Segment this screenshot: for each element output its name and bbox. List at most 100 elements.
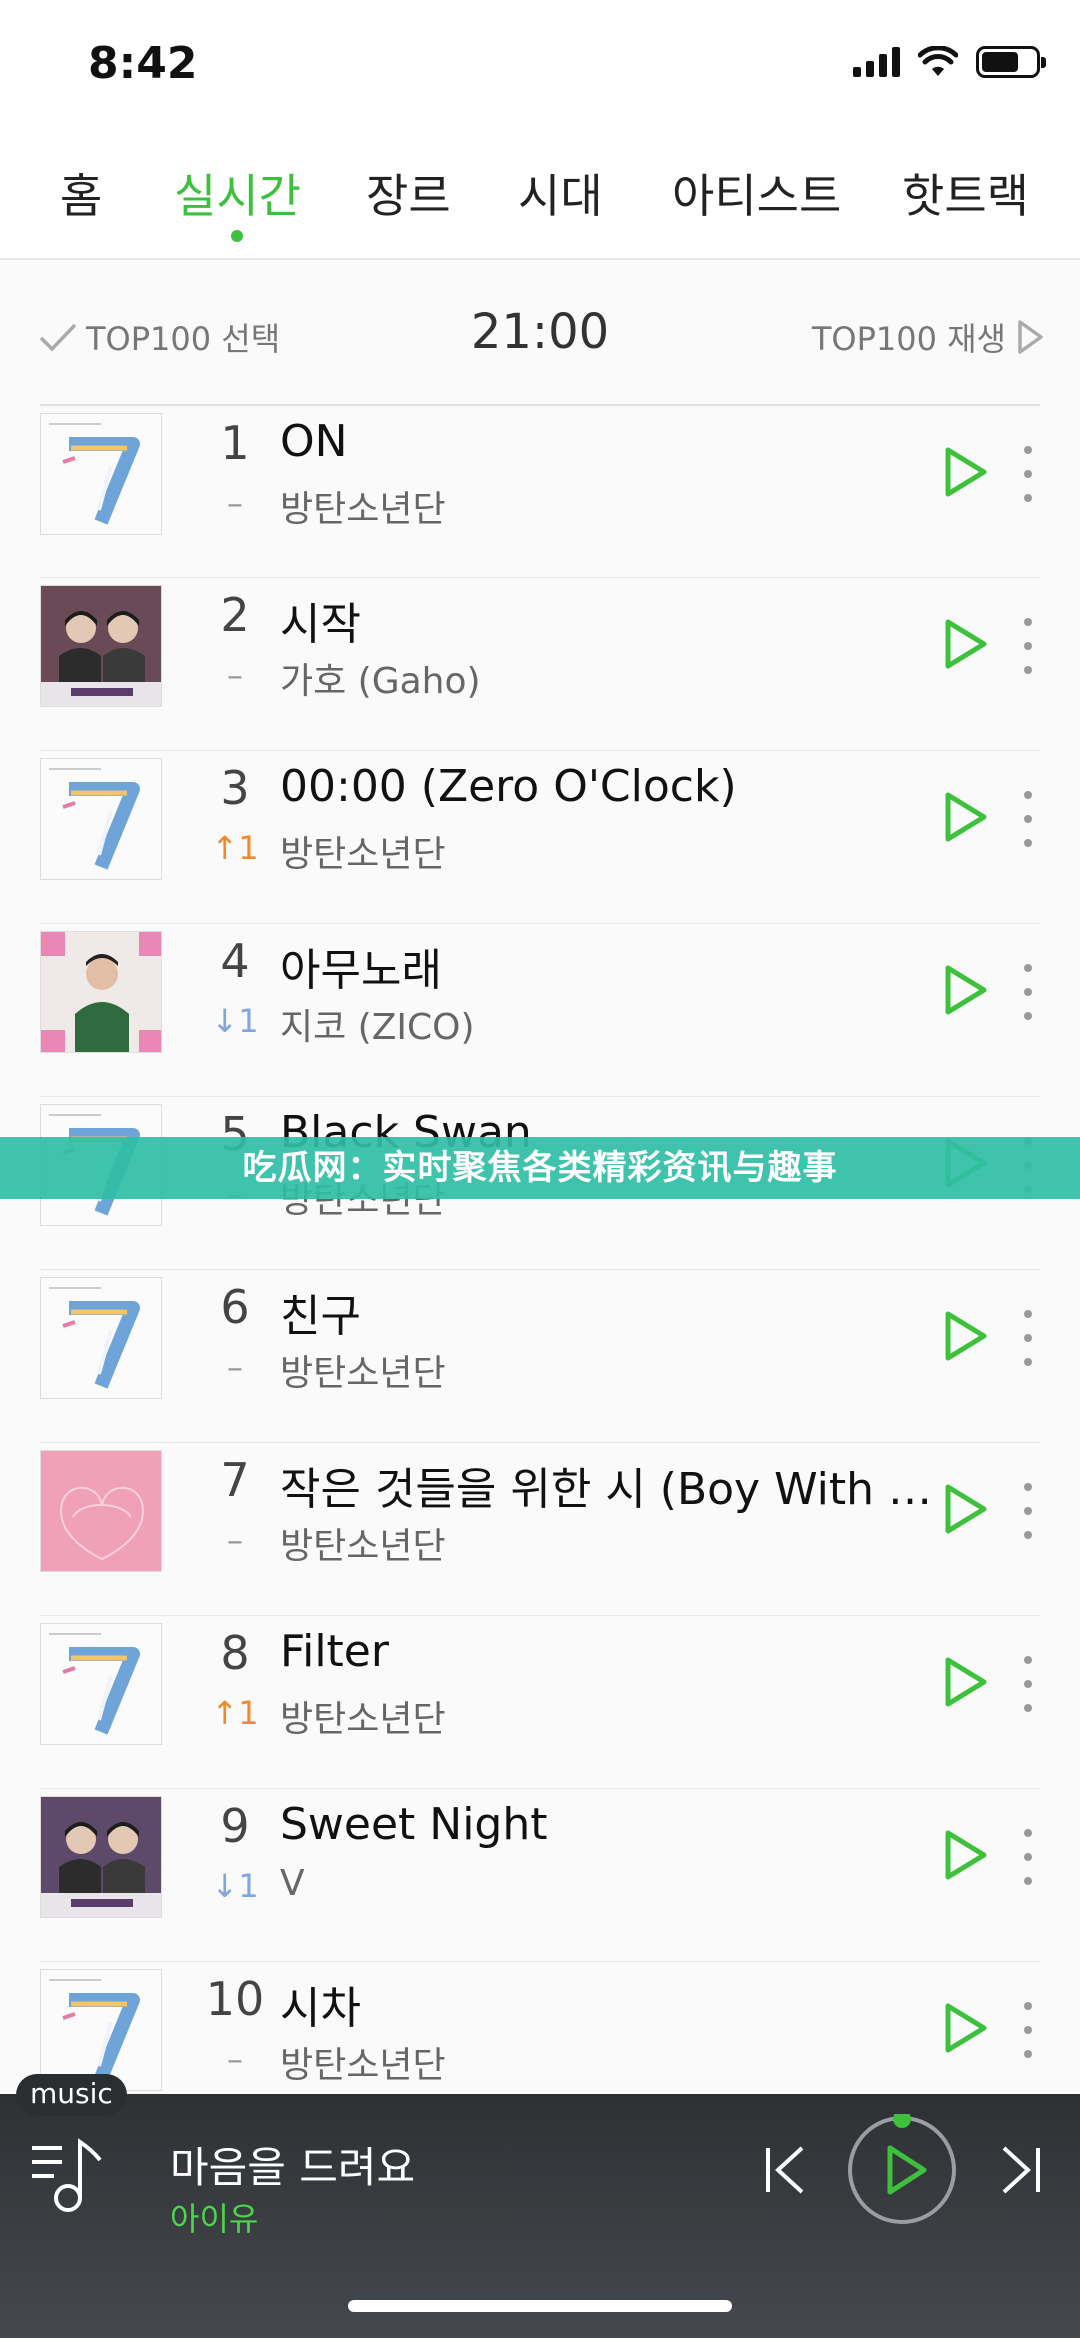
song-artist: 방탄소년단 xyxy=(280,1699,446,1740)
album-art xyxy=(41,586,161,706)
album-cover[interactable] xyxy=(40,1623,162,1745)
more-options-icon[interactable] xyxy=(1018,964,1038,1020)
play-icon[interactable] xyxy=(936,1654,992,1710)
play-icon[interactable] xyxy=(936,789,992,845)
album-cover[interactable] xyxy=(40,1796,162,1918)
album-cover[interactable] xyxy=(40,585,162,707)
song-artist: 방탄소년단 xyxy=(280,2045,446,2086)
next-track-icon[interactable] xyxy=(996,2142,1044,2198)
song-list: 1 – ON 방탄소년단 2 – 시작 가호 (Gaho) 3 ↑1 00:00… xyxy=(0,404,1080,2134)
song-row[interactable]: 7 – 작은 것들을 위한 시 (Boy With L… 방탄소년단 xyxy=(40,1442,1040,1615)
play-icon[interactable] xyxy=(936,1308,992,1364)
overlay-banner: 吃瓜网：实时聚焦各类精彩资讯与趣事 xyxy=(0,1137,1080,1199)
song-row[interactable]: 6 – 친구 방탄소년단 xyxy=(40,1269,1040,1442)
tab-realtime[interactable]: 실시간 xyxy=(174,160,301,242)
song-row[interactable]: 1 – ON 방탄소년단 xyxy=(40,404,1040,577)
album-cover[interactable] xyxy=(40,413,162,535)
now-playing-artist: 아이유 xyxy=(170,2200,259,2238)
wifi-icon xyxy=(918,46,958,76)
song-title: Sweet Night xyxy=(280,1799,548,1850)
previous-track-icon[interactable] xyxy=(762,2142,810,2198)
song-title: Filter xyxy=(280,1626,389,1677)
play-icon[interactable] xyxy=(936,2000,992,2056)
song-row[interactable]: 3 ↑1 00:00 (Zero O'Clock) 방탄소년단 xyxy=(40,750,1040,923)
more-options-icon[interactable] xyxy=(1018,1656,1038,1712)
album-art xyxy=(41,1278,161,1398)
song-title: 아무노래 xyxy=(280,945,442,996)
song-rank: 1 xyxy=(220,416,250,470)
now-playing-title: 마음을 드려요 xyxy=(170,2143,416,2192)
song-rank: 7 xyxy=(220,1453,250,1507)
album-art xyxy=(41,414,161,534)
play-icon[interactable] xyxy=(936,444,992,500)
song-rank: 6 xyxy=(220,1280,250,1334)
rank-change: – xyxy=(227,656,243,694)
more-options-icon[interactable] xyxy=(1018,1829,1038,1885)
cellular-signal-icon xyxy=(853,47,900,77)
more-options-icon[interactable] xyxy=(1018,2002,1038,2058)
song-rank: 10 xyxy=(205,1972,265,2026)
more-options-icon[interactable] xyxy=(1018,1483,1038,1539)
more-options-icon[interactable] xyxy=(1018,791,1038,847)
song-rank: 3 xyxy=(220,761,250,815)
album-cover[interactable] xyxy=(40,1277,162,1399)
song-title: 00:00 (Zero O'Clock) xyxy=(280,761,737,812)
chart-subheader: TOP100 선택 21:00 TOP100 재생 xyxy=(0,262,1080,404)
tab-artist[interactable]: 아티스트 xyxy=(672,160,841,226)
home-indicator[interactable] xyxy=(348,2300,732,2312)
song-row[interactable]: 8 ↑1 Filter 방탄소년단 xyxy=(40,1615,1040,1788)
more-options-icon[interactable] xyxy=(1018,1310,1038,1366)
tab-genre[interactable]: 장르 xyxy=(366,160,451,226)
song-rank: 4 xyxy=(220,934,250,988)
play-icon[interactable] xyxy=(936,1827,992,1883)
album-art xyxy=(41,1970,161,2090)
album-cover[interactable] xyxy=(40,1450,162,1572)
tab-hottrack[interactable]: 핫트랙 xyxy=(902,160,1029,226)
song-row[interactable]: 9 ↓1 Sweet Night V xyxy=(40,1788,1040,1961)
song-artist: 방탄소년단 xyxy=(280,489,446,530)
top100-play-label: TOP100 재생 xyxy=(811,320,1006,358)
top100-play-button[interactable]: TOP100 재생 xyxy=(812,314,1044,360)
battery-icon xyxy=(976,46,1046,78)
album-cover[interactable] xyxy=(40,1969,162,2091)
song-row[interactable]: 2 – 시작 가호 (Gaho) xyxy=(40,577,1040,750)
more-options-icon[interactable] xyxy=(1018,618,1038,674)
tab-era[interactable]: 시대 xyxy=(518,160,603,226)
song-artist: 지코 (ZICO) xyxy=(280,1007,475,1048)
song-title: 시차 xyxy=(280,1983,361,2034)
playlist-music-icon[interactable] xyxy=(30,2136,112,2218)
song-rank: 2 xyxy=(220,588,250,642)
song-row[interactable]: 4 ↓1 아무노래 지코 (ZICO) xyxy=(40,923,1040,1096)
song-title: 친구 xyxy=(280,1291,361,1342)
status-icons xyxy=(853,46,1046,78)
song-title: 시작 xyxy=(280,599,361,650)
play-outline-icon xyxy=(1018,320,1043,354)
rank-change: – xyxy=(227,1521,243,1559)
rank-change: ↑1 xyxy=(211,829,259,867)
chart-tabs: 홈 실시간 장르 시대 아티스트 핫트랙 xyxy=(0,130,1080,260)
status-time: 8:42 xyxy=(88,38,198,89)
banner-text: 吃瓜网：实时聚焦各类精彩资讯与趣事 xyxy=(242,1148,838,1188)
play-icon[interactable] xyxy=(936,1481,992,1537)
album-art xyxy=(41,932,161,1052)
song-artist: 방탄소년단 xyxy=(280,1526,446,1567)
rank-change: – xyxy=(227,1348,243,1386)
rank-change: – xyxy=(227,2040,243,2078)
active-tab-indicator xyxy=(231,230,244,242)
album-cover[interactable] xyxy=(40,931,162,1053)
song-title: ON xyxy=(280,416,348,467)
rank-change: ↓1 xyxy=(211,1002,259,1040)
play-icon[interactable] xyxy=(936,616,992,672)
more-options-icon[interactable] xyxy=(1018,446,1038,502)
album-art xyxy=(41,1797,161,1917)
song-artist: 가호 (Gaho) xyxy=(280,661,481,702)
music-tag: music xyxy=(16,2074,127,2116)
tab-home[interactable]: 홈 xyxy=(60,160,102,226)
song-artist: 방탄소년단 xyxy=(280,1353,446,1394)
album-cover[interactable] xyxy=(40,758,162,880)
song-rank: 8 xyxy=(220,1626,250,1680)
play-icon[interactable] xyxy=(936,962,992,1018)
album-art xyxy=(41,1624,161,1744)
player-play-button[interactable] xyxy=(846,2114,958,2226)
rank-change: ↓1 xyxy=(211,1867,259,1905)
